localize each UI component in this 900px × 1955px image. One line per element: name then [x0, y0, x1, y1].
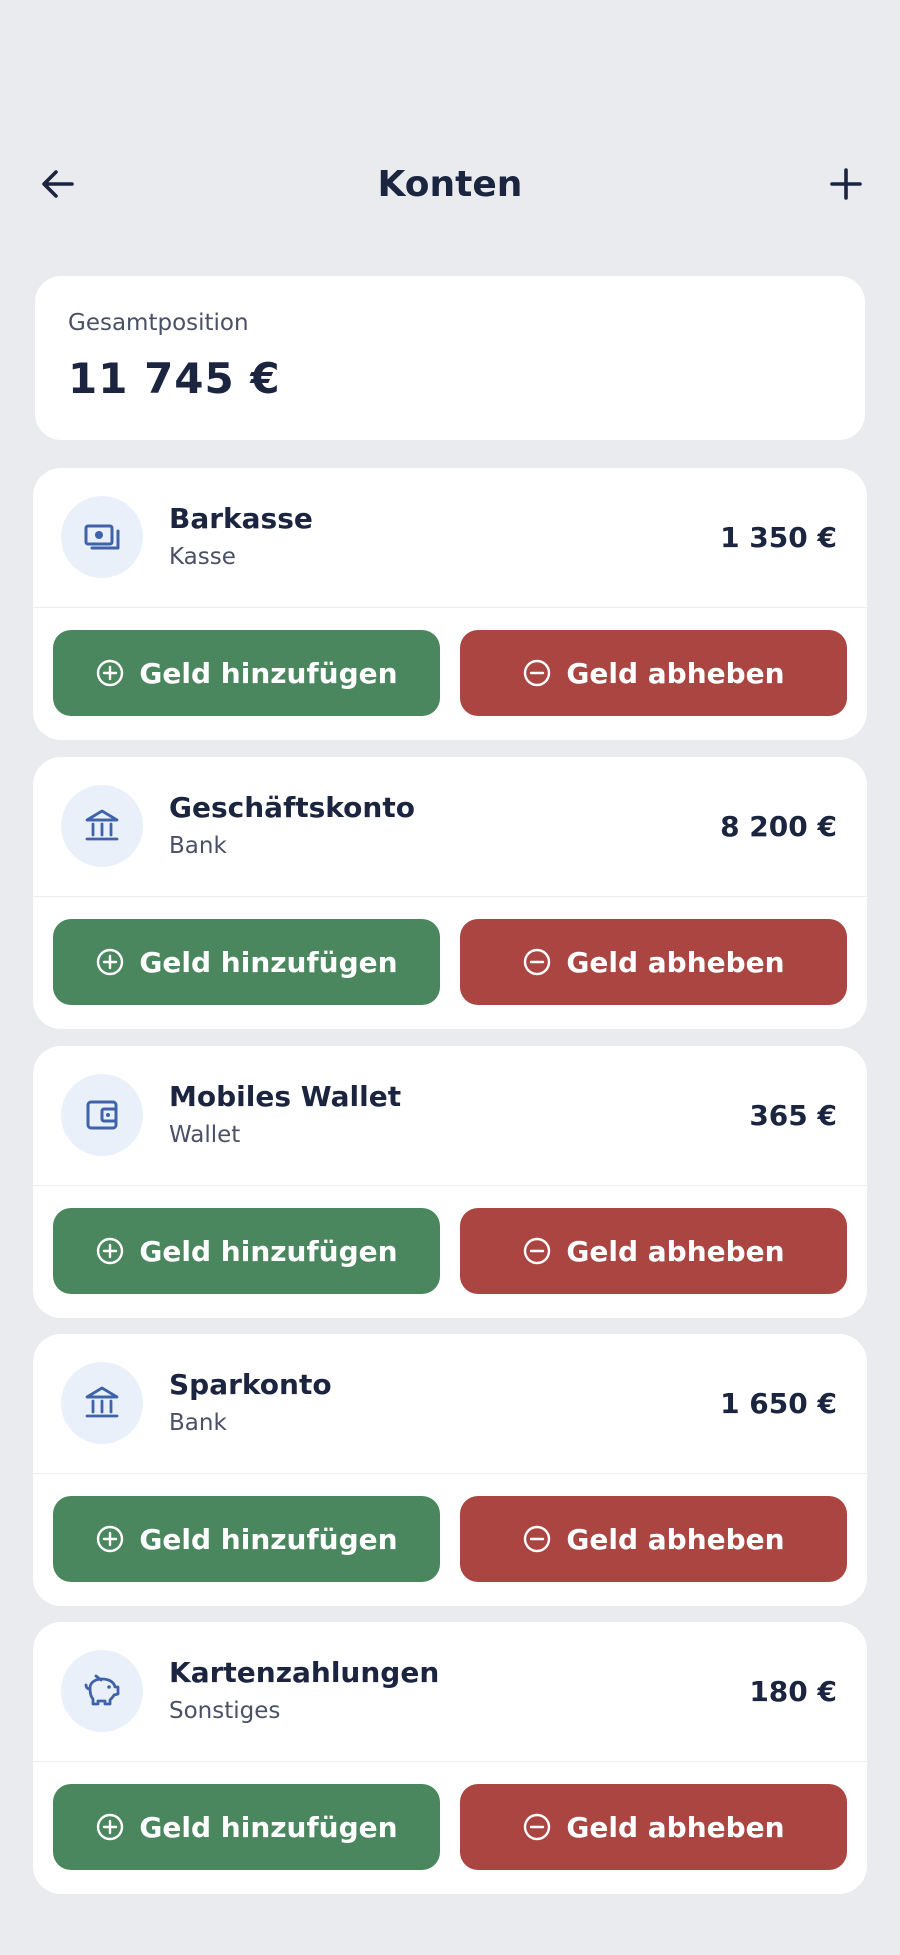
withdraw-money-button[interactable]: Geld abheben	[460, 919, 847, 1005]
account-summary[interactable]: Barkasse Kasse 1 350 €	[33, 468, 867, 608]
account-card: Barkasse Kasse 1 350 € Geld hinzufügen G…	[33, 468, 867, 740]
account-summary[interactable]: Mobiles Wallet Wallet 365 €	[33, 1046, 867, 1186]
add-money-label: Geld hinzufügen	[139, 656, 398, 690]
withdraw-money-button[interactable]: Geld abheben	[460, 1784, 847, 1870]
account-type: Kasse	[169, 544, 236, 570]
add-account-button[interactable]	[818, 160, 874, 208]
add-money-label: Geld hinzufügen	[139, 1522, 398, 1556]
account-name: Geschäftskonto	[169, 791, 415, 824]
account-type: Sonstiges	[169, 1698, 281, 1724]
minus-circle-icon	[524, 1525, 551, 1553]
account-card: Mobiles Wallet Wallet 365 € Geld hinzufü…	[33, 1046, 867, 1318]
minus-circle-icon	[524, 1813, 551, 1841]
total-position-value: 11 745 €	[68, 354, 281, 403]
add-money-label: Geld hinzufügen	[139, 1810, 398, 1844]
add-money-button[interactable]: Geld hinzufügen	[53, 1784, 440, 1870]
plus-circle-icon	[97, 1813, 124, 1841]
account-avatar	[61, 1074, 143, 1156]
withdraw-money-label: Geld abheben	[566, 1522, 785, 1556]
account-avatar	[61, 496, 143, 578]
plus-circle-icon	[97, 948, 124, 976]
account-summary[interactable]: Geschäftskonto Bank 8 200 €	[33, 757, 867, 897]
account-balance: 180 €	[749, 1675, 837, 1708]
account-balance: 1 650 €	[720, 1387, 837, 1420]
account-balance: 8 200 €	[720, 810, 837, 843]
account-summary[interactable]: Sparkonto Bank 1 650 €	[33, 1334, 867, 1474]
withdraw-money-button[interactable]: Geld abheben	[460, 630, 847, 716]
minus-circle-icon	[524, 1237, 551, 1265]
withdraw-money-label: Geld abheben	[566, 945, 785, 979]
total-position-label: Gesamtposition	[68, 310, 249, 336]
withdraw-money-label: Geld abheben	[566, 1810, 785, 1844]
plus-icon	[830, 168, 862, 200]
account-name: Mobiles Wallet	[169, 1080, 402, 1113]
add-money-button[interactable]: Geld hinzufügen	[53, 1496, 440, 1582]
plus-circle-icon	[97, 1237, 124, 1265]
plus-circle-icon	[97, 1525, 124, 1553]
top-bar: Konten	[0, 150, 900, 220]
account-summary[interactable]: Kartenzahlungen Sonstiges 180 €	[33, 1622, 867, 1762]
total-position-card: Gesamtposition 11 745 €	[35, 276, 865, 440]
wallet-icon	[86, 1100, 118, 1130]
account-avatar	[61, 1650, 143, 1732]
page-title: Konten	[377, 164, 523, 205]
withdraw-money-label: Geld abheben	[566, 1234, 785, 1268]
withdraw-money-label: Geld abheben	[566, 656, 785, 690]
plus-circle-icon	[97, 659, 124, 687]
account-type: Wallet	[169, 1122, 241, 1148]
account-card: Sparkonto Bank 1 650 € Geld hinzufügen G…	[33, 1334, 867, 1606]
add-money-button[interactable]: Geld hinzufügen	[53, 1208, 440, 1294]
add-money-button[interactable]: Geld hinzufügen	[53, 630, 440, 716]
withdraw-money-button[interactable]: Geld abheben	[460, 1208, 847, 1294]
minus-circle-icon	[524, 948, 551, 976]
add-money-button[interactable]: Geld hinzufügen	[53, 919, 440, 1005]
account-card: Kartenzahlungen Sonstiges 180 € Geld hin…	[33, 1622, 867, 1894]
account-name: Sparkonto	[169, 1368, 332, 1401]
add-money-label: Geld hinzufügen	[139, 1234, 398, 1268]
account-card: Geschäftskonto Bank 8 200 € Geld hinzufü…	[33, 757, 867, 1029]
bank-icon	[85, 809, 119, 841]
withdraw-money-button[interactable]: Geld abheben	[460, 1496, 847, 1582]
account-type: Bank	[169, 833, 227, 859]
account-name: Barkasse	[169, 502, 313, 535]
bank-icon	[85, 1386, 119, 1418]
account-name: Kartenzahlungen	[169, 1656, 440, 1689]
cash-icon	[84, 524, 120, 550]
account-balance: 1 350 €	[720, 521, 837, 554]
account-avatar	[61, 1362, 143, 1444]
add-money-label: Geld hinzufügen	[139, 945, 398, 979]
account-avatar	[61, 785, 143, 867]
minus-circle-icon	[524, 659, 551, 687]
account-type: Bank	[169, 1410, 227, 1436]
piggy-bank-icon	[84, 1674, 120, 1706]
account-balance: 365 €	[749, 1099, 837, 1132]
